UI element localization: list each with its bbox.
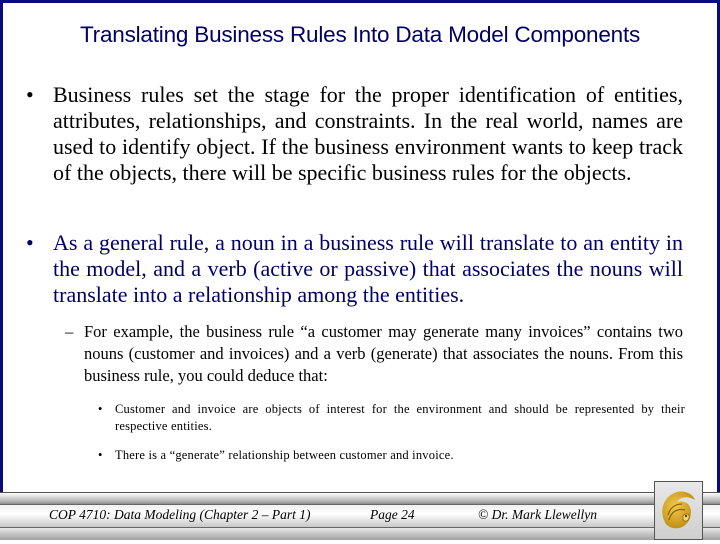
bullet-general-rule: As a general rule, a noun in a business … xyxy=(53,230,683,307)
logo-box xyxy=(654,481,703,540)
bullet-marker: • xyxy=(26,82,34,107)
sub-bullet-example: For example, the business rule “a custom… xyxy=(84,322,683,385)
pegasus-logo-icon xyxy=(662,491,695,529)
sub-sub-bullet-relationship: There is a “generate” relationship betwe… xyxy=(115,448,454,462)
footer-bar-bottom xyxy=(0,528,720,540)
sub-sub-bullet-marker: • xyxy=(98,402,103,416)
footer-bar-top xyxy=(0,492,720,504)
footer-author: © Dr. Mark Llewellyn xyxy=(478,507,597,522)
sub-sub-bullet-marker: • xyxy=(98,448,103,462)
slide-title: Translating Business Rules Into Data Mod… xyxy=(79,22,641,47)
bullet-business-rules: Business rules set the stage for the pro… xyxy=(53,82,683,185)
footer-page-number: Page 24 xyxy=(370,507,415,522)
sub-sub-bullet-entities: Customer and invoice are objects of inte… xyxy=(115,402,685,433)
bullet-marker: • xyxy=(26,230,34,255)
footer-course: COP 4710: Data Modeling (Chapter 2 – Par… xyxy=(49,507,311,522)
sub-bullet-marker: – xyxy=(65,322,74,341)
slide-footer: COP 4710: Data Modeling (Chapter 2 – Par… xyxy=(0,492,720,540)
